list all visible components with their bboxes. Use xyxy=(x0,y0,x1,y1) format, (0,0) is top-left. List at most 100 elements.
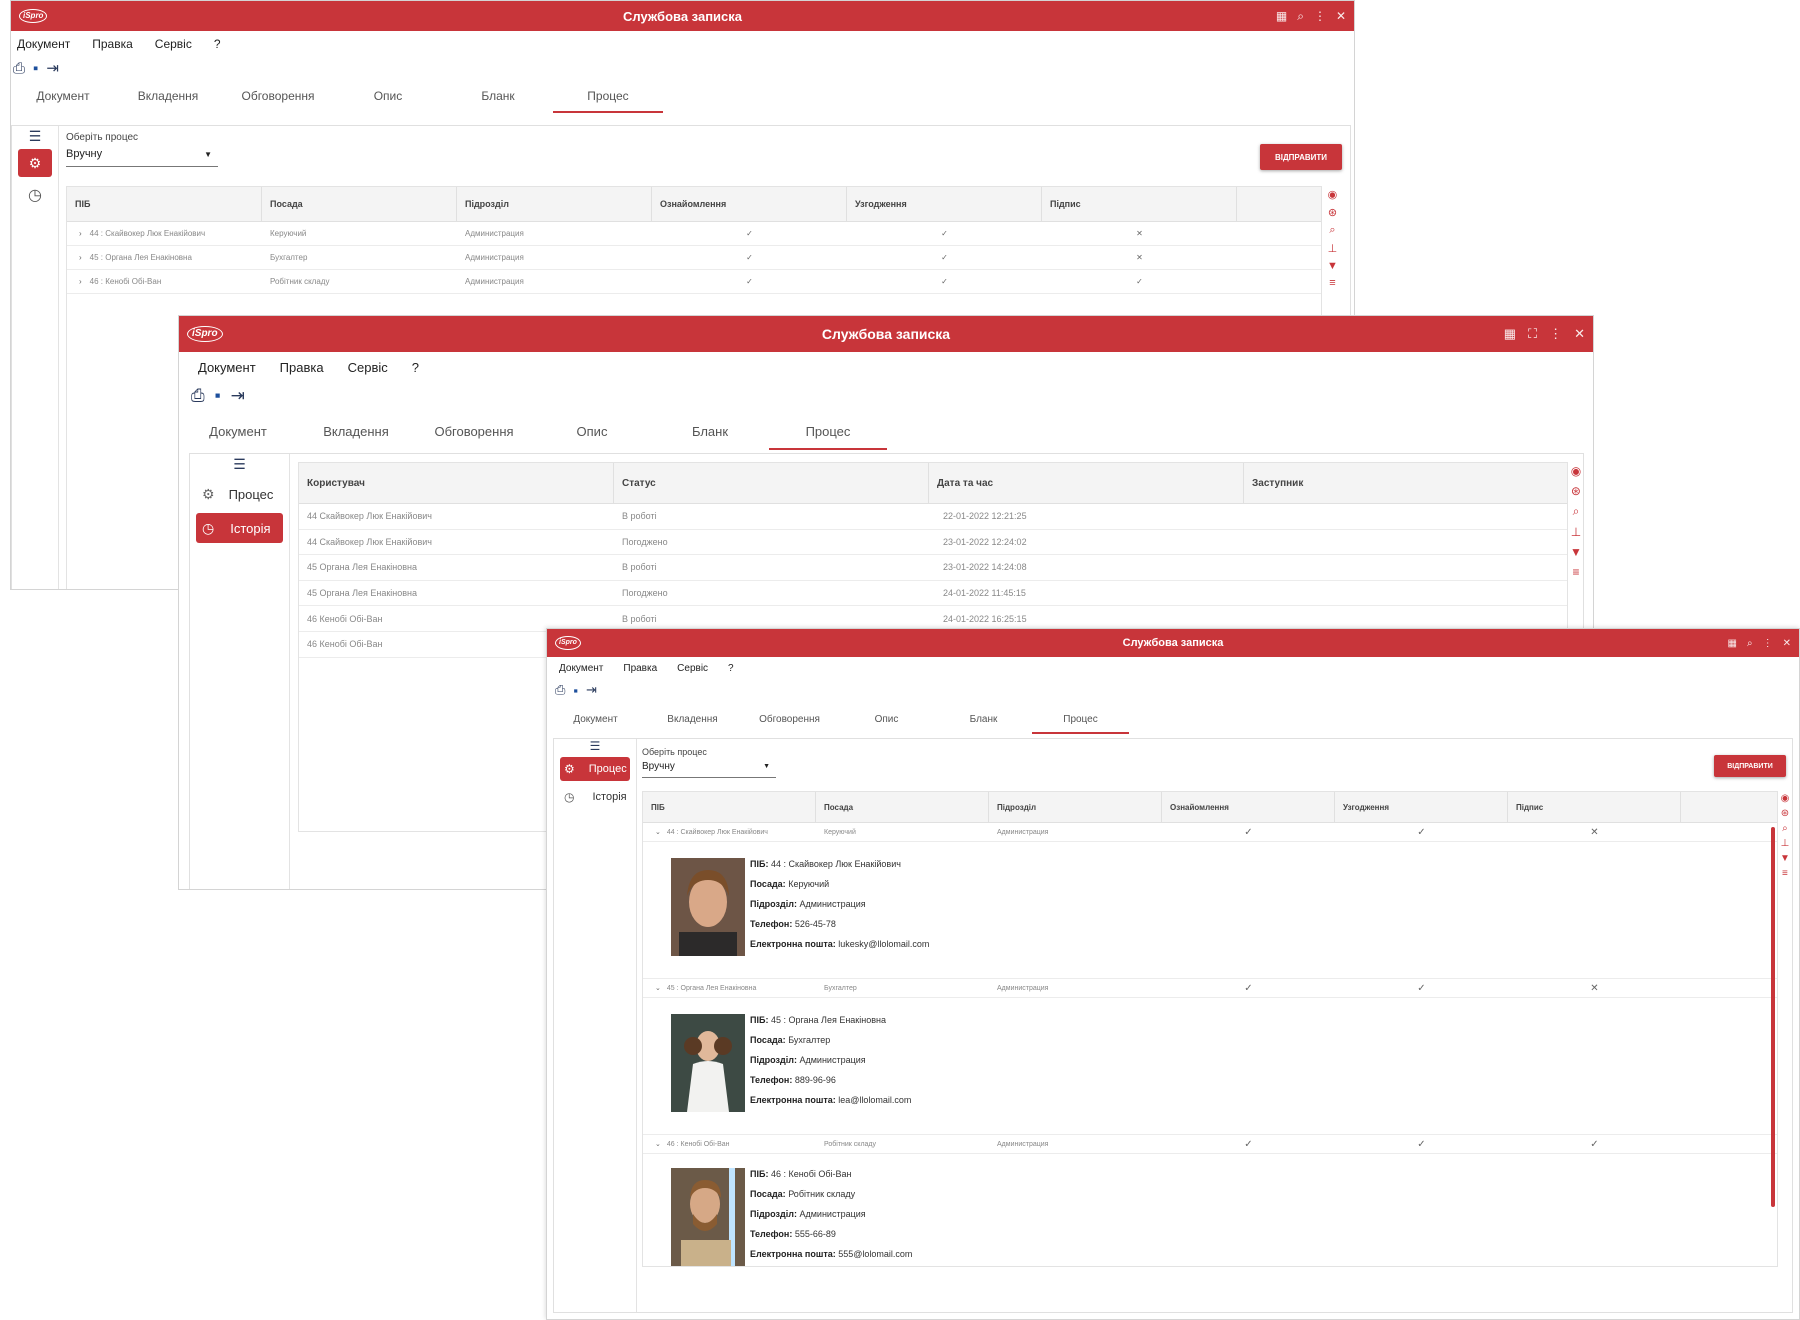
menu-service[interactable]: Сервіс xyxy=(155,37,192,51)
tab-discussion[interactable]: Обговорення xyxy=(741,714,838,734)
col-dept[interactable]: Підрозділ xyxy=(989,792,1162,822)
history-icon[interactable]: ◷ xyxy=(12,185,58,205)
process-select[interactable]: Вручну ▼ xyxy=(642,761,776,778)
menu-edit[interactable]: Правка xyxy=(623,663,657,674)
print-icon[interactable]: ⎙ xyxy=(191,386,205,406)
col-position[interactable]: Посада xyxy=(262,187,457,221)
sidebar-process-button[interactable]: ⚙ xyxy=(18,149,52,177)
table-row[interactable]: ⌄ 46 : Кенобі Обі-Ван Робітник складу Адм… xyxy=(643,1135,1777,1154)
col-sign[interactable]: Підпис xyxy=(1508,792,1681,822)
sort-icon[interactable]: ≡ xyxy=(1329,277,1335,289)
tab-process[interactable]: Процес xyxy=(769,424,887,450)
tab-document[interactable]: Документ xyxy=(179,424,297,450)
grid-icon[interactable]: ▦ xyxy=(1504,326,1516,342)
col-name[interactable]: ПІБ xyxy=(67,187,262,221)
menu-service[interactable]: Сервіс xyxy=(677,663,708,674)
sidebar-process-button[interactable]: ⚙ Процес xyxy=(196,479,283,509)
table-row[interactable]: 45 Органа Лея Енакіновна Погоджено 24-01… xyxy=(299,581,1567,607)
grid-icon[interactable]: ▦ xyxy=(1276,9,1287,23)
list-icon[interactable]: ☰ xyxy=(554,739,636,753)
col-position[interactable]: Посада xyxy=(816,792,989,822)
col-agree[interactable]: Узгодження xyxy=(847,187,1042,221)
filter-icon[interactable]: ▼ xyxy=(1570,545,1582,559)
tab-description[interactable]: Опис xyxy=(533,424,651,450)
menu-document[interactable]: Документ xyxy=(559,663,603,674)
detail-email[interactable]: lea@llolomail.com xyxy=(838,1095,911,1105)
col-dept[interactable]: Підрозділ xyxy=(457,187,652,221)
menu-document[interactable]: Документ xyxy=(198,360,256,375)
pin-icon[interactable]: ⊥ xyxy=(1328,242,1338,255)
exit-icon[interactable]: ⇥ xyxy=(231,386,245,406)
search-icon[interactable]: ⌕ xyxy=(1297,9,1304,24)
tab-process[interactable]: Процес xyxy=(1032,714,1129,734)
col-user[interactable]: Користувач xyxy=(299,463,614,503)
list-icon[interactable]: ☰ xyxy=(190,454,289,473)
eye-icon[interactable]: ◉ xyxy=(1571,464,1581,478)
table-row[interactable]: 44 Скайвокер Люк Енакійович Погоджено 23… xyxy=(299,530,1567,556)
pin-icon[interactable]: ⊥ xyxy=(1781,838,1790,849)
life-ring-icon[interactable]: ⊛ xyxy=(1328,206,1337,219)
col-ack[interactable]: Ознайомлення xyxy=(1162,792,1335,822)
tab-form[interactable]: Бланк xyxy=(443,89,553,113)
sidebar-history-button[interactable]: ◷ Історія xyxy=(560,785,630,809)
print-icon[interactable]: ⎙ xyxy=(555,682,565,698)
col-sign[interactable]: Підпис xyxy=(1042,187,1237,221)
table-row[interactable]: ⌄ 44 : Скайвокер Люк Енакійович Керуючий … xyxy=(643,823,1777,842)
filter-icon[interactable]: ▼ xyxy=(1780,853,1790,864)
col-ack[interactable]: Ознайомлення xyxy=(652,187,847,221)
expand-chevron-icon[interactable]: › xyxy=(79,253,82,262)
table-row[interactable]: 45 Органа Лея Енакіновна В роботі 23-01-… xyxy=(299,555,1567,581)
detail-email[interactable]: 555@lolomail.com xyxy=(838,1249,912,1259)
fullscreen-icon[interactable]: ⛶ xyxy=(1528,326,1537,342)
sidebar-process-button[interactable]: ⚙ Процес xyxy=(560,757,630,781)
life-ring-icon[interactable]: ⊛ xyxy=(1571,484,1581,498)
menu-document[interactable]: Документ xyxy=(17,37,70,51)
search-icon[interactable]: ⌕ xyxy=(1782,823,1788,834)
menu-edit[interactable]: Правка xyxy=(280,360,324,375)
search-icon[interactable]: ⌕ xyxy=(1747,638,1753,649)
menu-edit[interactable]: Правка xyxy=(92,37,133,51)
tab-description[interactable]: Опис xyxy=(333,89,443,113)
table-row[interactable]: ⌄ 45 : Органа Лея Енакіновна Бухгалтер Ад… xyxy=(643,979,1777,998)
process-select[interactable]: Вручну ▼ xyxy=(66,148,218,167)
tab-document[interactable]: Документ xyxy=(547,714,644,734)
tab-attachments[interactable]: Вкладення xyxy=(644,714,741,734)
table-row[interactable]: › 44 : Скайвокер Люк Енакійович Керуючий … xyxy=(67,222,1321,246)
tab-discussion[interactable]: Обговорення xyxy=(223,89,333,113)
table-row[interactable]: › 45 : Органа Лея Енакіновна Бухгалтер Ад… xyxy=(67,246,1321,270)
sidebar-history-button[interactable]: ◷ Історія xyxy=(196,513,283,543)
pin-icon[interactable]: ⊥ xyxy=(1571,525,1581,539)
menu-help[interactable]: ? xyxy=(214,37,221,51)
exit-icon[interactable]: ⇥ xyxy=(586,682,597,698)
sort-icon[interactable]: ≡ xyxy=(1782,868,1788,879)
save-icon[interactable]: ▪ xyxy=(33,60,38,77)
detail-email[interactable]: lukesky@llolomail.com xyxy=(838,939,929,949)
dots-icon[interactable]: ⋮ xyxy=(1763,638,1773,649)
grid-scrollbar[interactable] xyxy=(1771,827,1775,1207)
dots-icon[interactable]: ⋮ xyxy=(1314,9,1326,23)
tab-form[interactable]: Бланк xyxy=(935,714,1032,734)
tab-attachments[interactable]: Вкладення xyxy=(113,89,223,113)
save-icon[interactable]: ▪ xyxy=(215,386,221,406)
col-name[interactable]: ПІБ xyxy=(643,792,816,822)
table-row[interactable]: › 46 : Кенобі Обі-Ван Робітник складу Адм… xyxy=(67,270,1321,294)
collapse-chevron-icon[interactable]: ⌄ xyxy=(655,828,661,836)
col-status[interactable]: Статус xyxy=(614,463,929,503)
expand-chevron-icon[interactable]: › xyxy=(79,277,82,286)
collapse-chevron-icon[interactable]: ⌄ xyxy=(655,1140,661,1148)
eye-icon[interactable]: ◉ xyxy=(1781,793,1790,804)
col-agree[interactable]: Узгодження xyxy=(1335,792,1508,822)
tab-form[interactable]: Бланк xyxy=(651,424,769,450)
collapse-chevron-icon[interactable]: ⌄ xyxy=(655,984,661,992)
tab-discussion[interactable]: Обговорення xyxy=(415,424,533,450)
dots-icon[interactable]: ⋮ xyxy=(1549,326,1562,342)
list-icon[interactable]: ☰ xyxy=(12,126,58,145)
search-icon[interactable]: ⌕ xyxy=(1329,224,1335,237)
close-icon[interactable]: ✕ xyxy=(1336,9,1346,23)
send-button[interactable]: ВІДПРАВИТИ xyxy=(1260,144,1342,170)
table-row[interactable]: 44 Скайвокер Люк Енакійович В роботі 22-… xyxy=(299,504,1567,530)
tab-description[interactable]: Опис xyxy=(838,714,935,734)
search-icon[interactable]: ⌕ xyxy=(1573,504,1580,519)
tab-attachments[interactable]: Вкладення xyxy=(297,424,415,450)
menu-help[interactable]: ? xyxy=(728,663,734,674)
